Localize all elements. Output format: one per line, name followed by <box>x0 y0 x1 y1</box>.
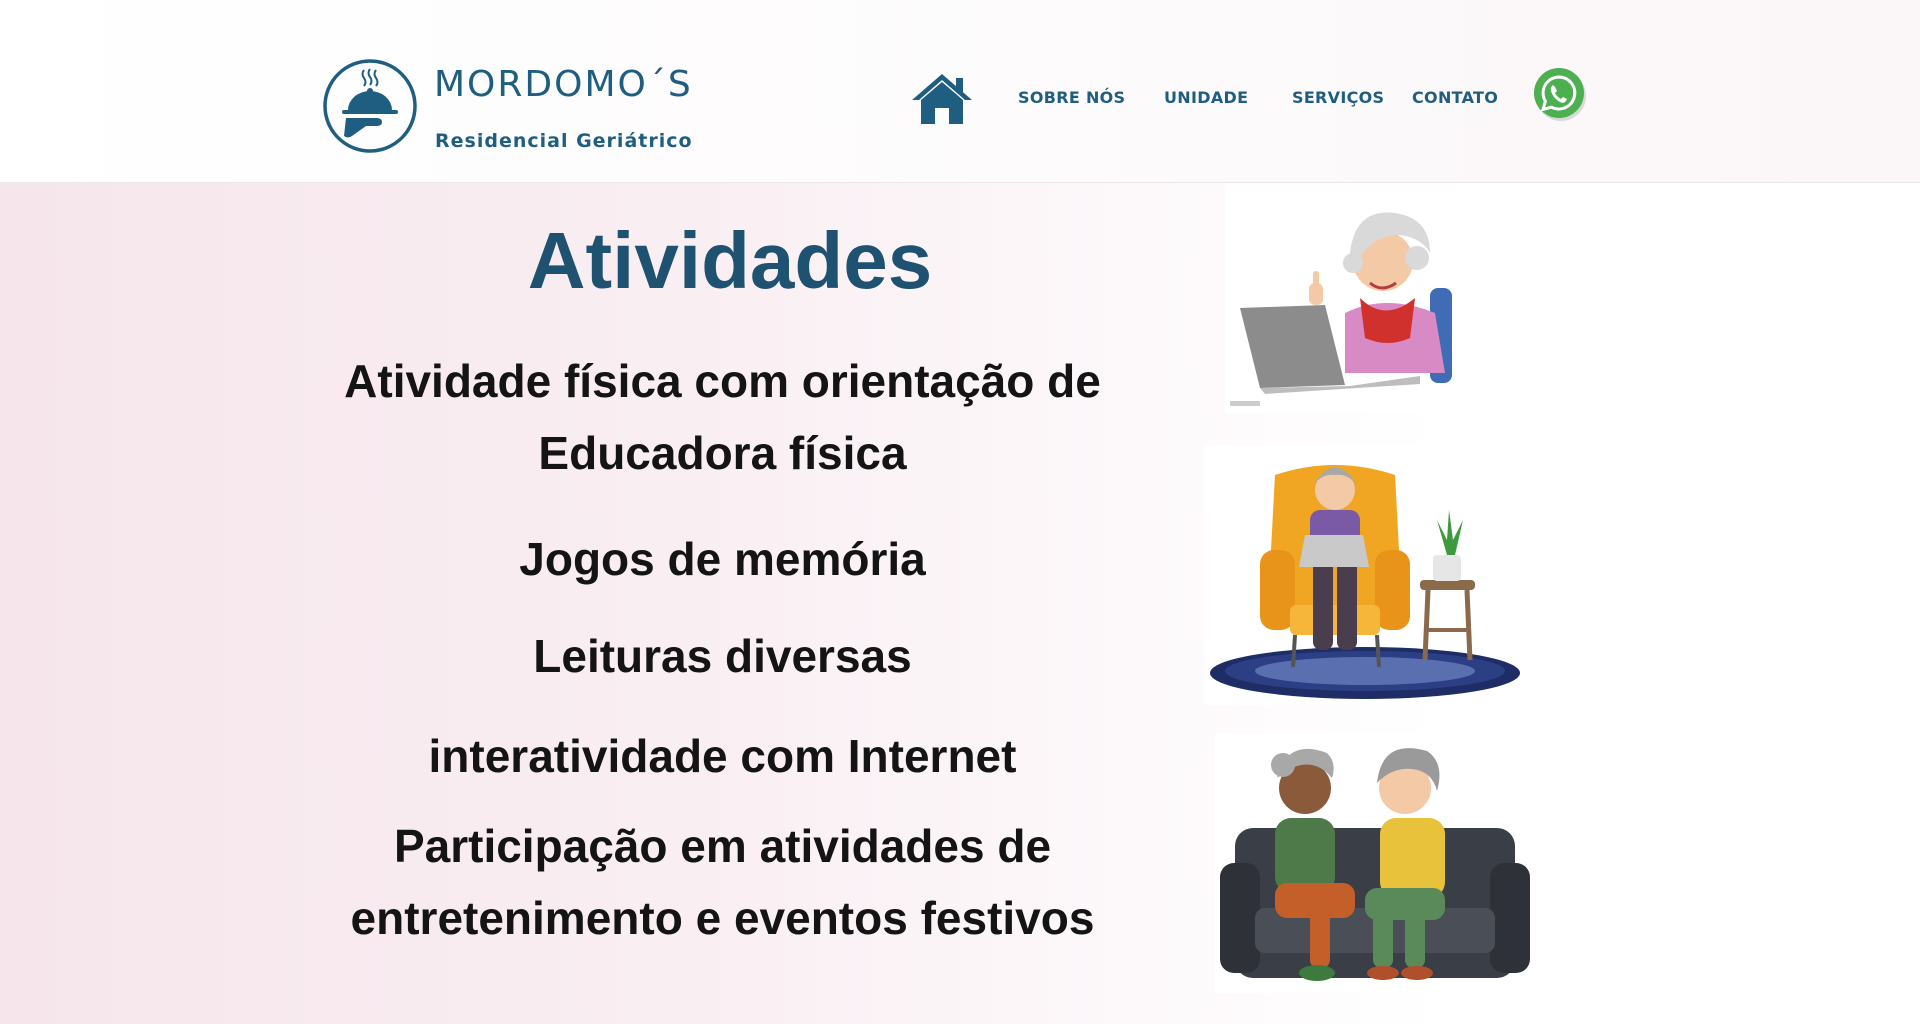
section-title: Atividades <box>527 216 933 305</box>
activity-item-events: Participação em atividades de entretenim… <box>350 820 1095 944</box>
nav-link-servicos[interactable]: SERVIÇOS <box>1292 88 1384 107</box>
illustration-woman-laptop <box>1225 183 1485 413</box>
illustration-women-sofa <box>1215 733 1535 993</box>
home-icon[interactable] <box>910 70 974 126</box>
activity-item-physical: Atividade física com orientação de Educa… <box>344 355 1101 479</box>
nav-link-sobre-nos[interactable]: SOBRE NÓS <box>1018 88 1125 107</box>
nav-link-unidade[interactable]: UNIDADE <box>1164 88 1248 107</box>
nav-link-contato[interactable]: CONTATO <box>1412 88 1498 107</box>
brand-logo[interactable]: MORDOMO´S Residencial Geriátrico <box>322 58 692 158</box>
site-header: MORDOMO´S Residencial Geriátrico SOBRE N… <box>0 0 1920 183</box>
whatsapp-icon[interactable] <box>1532 66 1588 122</box>
brand-name: MORDOMO´S <box>434 64 693 105</box>
brand-tagline: Residencial Geriátrico <box>435 130 693 152</box>
cloche-serving-icon <box>323 59 417 153</box>
activity-item-reading: Leituras diversas <box>533 630 912 682</box>
illustration-woman-armchair <box>1205 445 1525 705</box>
activities-section: Atividades Atividade física com orientaç… <box>0 183 1920 1024</box>
activity-item-internet: interatividade com Internet <box>428 730 1017 782</box>
activity-item-memory-games: Jogos de memória <box>519 533 926 585</box>
